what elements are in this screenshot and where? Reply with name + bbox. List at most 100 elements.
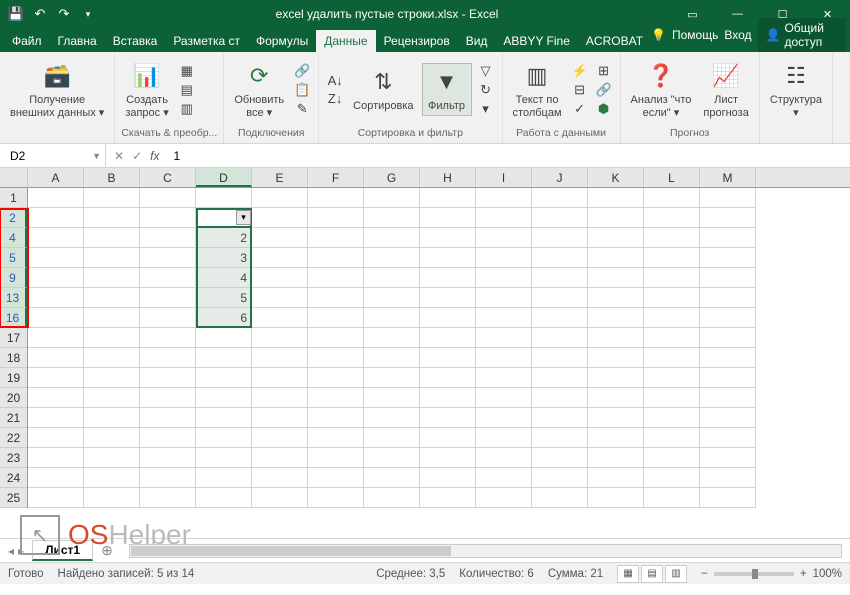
cell[interactable] — [644, 448, 700, 468]
tab-abbyy[interactable]: ABBYY Fine — [495, 30, 577, 52]
col-header[interactable]: E — [252, 168, 308, 187]
cell[interactable] — [644, 388, 700, 408]
what-if-button[interactable]: ❓ Анализ "что если" ▾ — [627, 58, 696, 120]
fx-icon[interactable]: fx — [150, 149, 159, 163]
cell[interactable] — [532, 428, 588, 448]
chevron-down-icon[interactable]: ▼ — [92, 151, 101, 161]
cell[interactable] — [420, 308, 476, 328]
cell[interactable] — [644, 188, 700, 208]
cell[interactable] — [252, 288, 308, 308]
cell[interactable] — [644, 308, 700, 328]
cell[interactable] — [140, 448, 196, 468]
cell[interactable] — [644, 228, 700, 248]
cell[interactable] — [700, 388, 756, 408]
formula-input[interactable]: 1 — [167, 149, 850, 163]
cell[interactable] — [252, 328, 308, 348]
cell[interactable] — [84, 228, 140, 248]
row-header[interactable]: 24 — [0, 468, 27, 488]
cell[interactable] — [644, 248, 700, 268]
cell[interactable] — [84, 248, 140, 268]
cell[interactable] — [420, 248, 476, 268]
cell[interactable]: 2 — [196, 228, 252, 248]
cell[interactable] — [28, 468, 84, 488]
cell[interactable] — [252, 488, 308, 508]
cell[interactable] — [588, 328, 644, 348]
cell[interactable] — [28, 228, 84, 248]
cell[interactable] — [364, 268, 420, 288]
cell[interactable] — [420, 188, 476, 208]
clear-filter-button[interactable]: ▽ — [476, 62, 496, 80]
sheet-next-icon[interactable]: ▸ — [18, 544, 24, 558]
cell[interactable] — [644, 348, 700, 368]
show-queries-button[interactable]: ▦ — [177, 62, 197, 80]
cell[interactable] — [476, 408, 532, 428]
cell[interactable] — [84, 468, 140, 488]
cell[interactable] — [252, 188, 308, 208]
cell[interactable] — [140, 188, 196, 208]
recent-sources-button[interactable]: ▥ — [177, 100, 197, 118]
cell[interactable] — [84, 208, 140, 228]
col-header[interactable]: L — [644, 168, 700, 187]
cell[interactable] — [532, 368, 588, 388]
cell[interactable] — [364, 288, 420, 308]
cell[interactable] — [700, 228, 756, 248]
cell[interactable] — [644, 268, 700, 288]
tab-home[interactable]: Главна — [50, 30, 105, 52]
cell[interactable] — [700, 208, 756, 228]
cell[interactable] — [420, 348, 476, 368]
cell[interactable] — [420, 328, 476, 348]
cell[interactable] — [140, 348, 196, 368]
cell[interactable] — [252, 268, 308, 288]
select-all-corner[interactable] — [0, 168, 28, 188]
cell[interactable] — [644, 368, 700, 388]
filter-dropdown-icon[interactable]: ▾ — [236, 210, 251, 225]
consolidate-button[interactable]: ⊞ — [594, 62, 614, 80]
tab-view[interactable]: Вид — [458, 30, 496, 52]
cell[interactable] — [476, 368, 532, 388]
cell[interactable] — [140, 208, 196, 228]
zoom-in-icon[interactable]: + — [800, 568, 807, 580]
cell[interactable] — [588, 248, 644, 268]
cell[interactable] — [588, 308, 644, 328]
cell[interactable] — [420, 428, 476, 448]
cell[interactable] — [196, 448, 252, 468]
cell[interactable] — [644, 468, 700, 488]
text-to-columns-button[interactable]: ▥ Текст по столбцам — [509, 58, 566, 120]
cell[interactable] — [84, 408, 140, 428]
cell[interactable] — [364, 348, 420, 368]
cell[interactable] — [364, 368, 420, 388]
connections-button[interactable]: 🔗 — [292, 62, 312, 80]
properties-button[interactable]: 📋 — [292, 81, 312, 99]
cell[interactable] — [476, 428, 532, 448]
cell[interactable] — [532, 228, 588, 248]
cell[interactable] — [532, 468, 588, 488]
save-icon[interactable]: 💾 — [8, 6, 24, 22]
cell[interactable] — [308, 188, 364, 208]
cell[interactable] — [700, 348, 756, 368]
cell[interactable] — [476, 348, 532, 368]
help-icon[interactable]: 💡 — [651, 28, 666, 42]
cell[interactable] — [588, 388, 644, 408]
cell[interactable] — [140, 408, 196, 428]
advanced-filter-button[interactable]: ▾ — [476, 100, 496, 118]
cell[interactable] — [252, 308, 308, 328]
cell[interactable] — [532, 288, 588, 308]
cell[interactable] — [28, 488, 84, 508]
cell[interactable] — [308, 288, 364, 308]
cell[interactable] — [140, 228, 196, 248]
cell[interactable] — [28, 348, 84, 368]
cell[interactable] — [364, 208, 420, 228]
cell[interactable] — [700, 288, 756, 308]
cell[interactable] — [308, 368, 364, 388]
cell[interactable] — [364, 468, 420, 488]
cell[interactable] — [308, 468, 364, 488]
cell[interactable] — [420, 228, 476, 248]
row-header[interactable]: 5 — [0, 248, 27, 268]
zoom-out-icon[interactable]: − — [701, 568, 708, 580]
cell[interactable] — [364, 248, 420, 268]
row-header[interactable]: 19 — [0, 368, 27, 388]
cell[interactable] — [196, 328, 252, 348]
flash-fill-button[interactable]: ⚡ — [570, 62, 590, 80]
cell[interactable] — [700, 488, 756, 508]
cell[interactable] — [308, 208, 364, 228]
